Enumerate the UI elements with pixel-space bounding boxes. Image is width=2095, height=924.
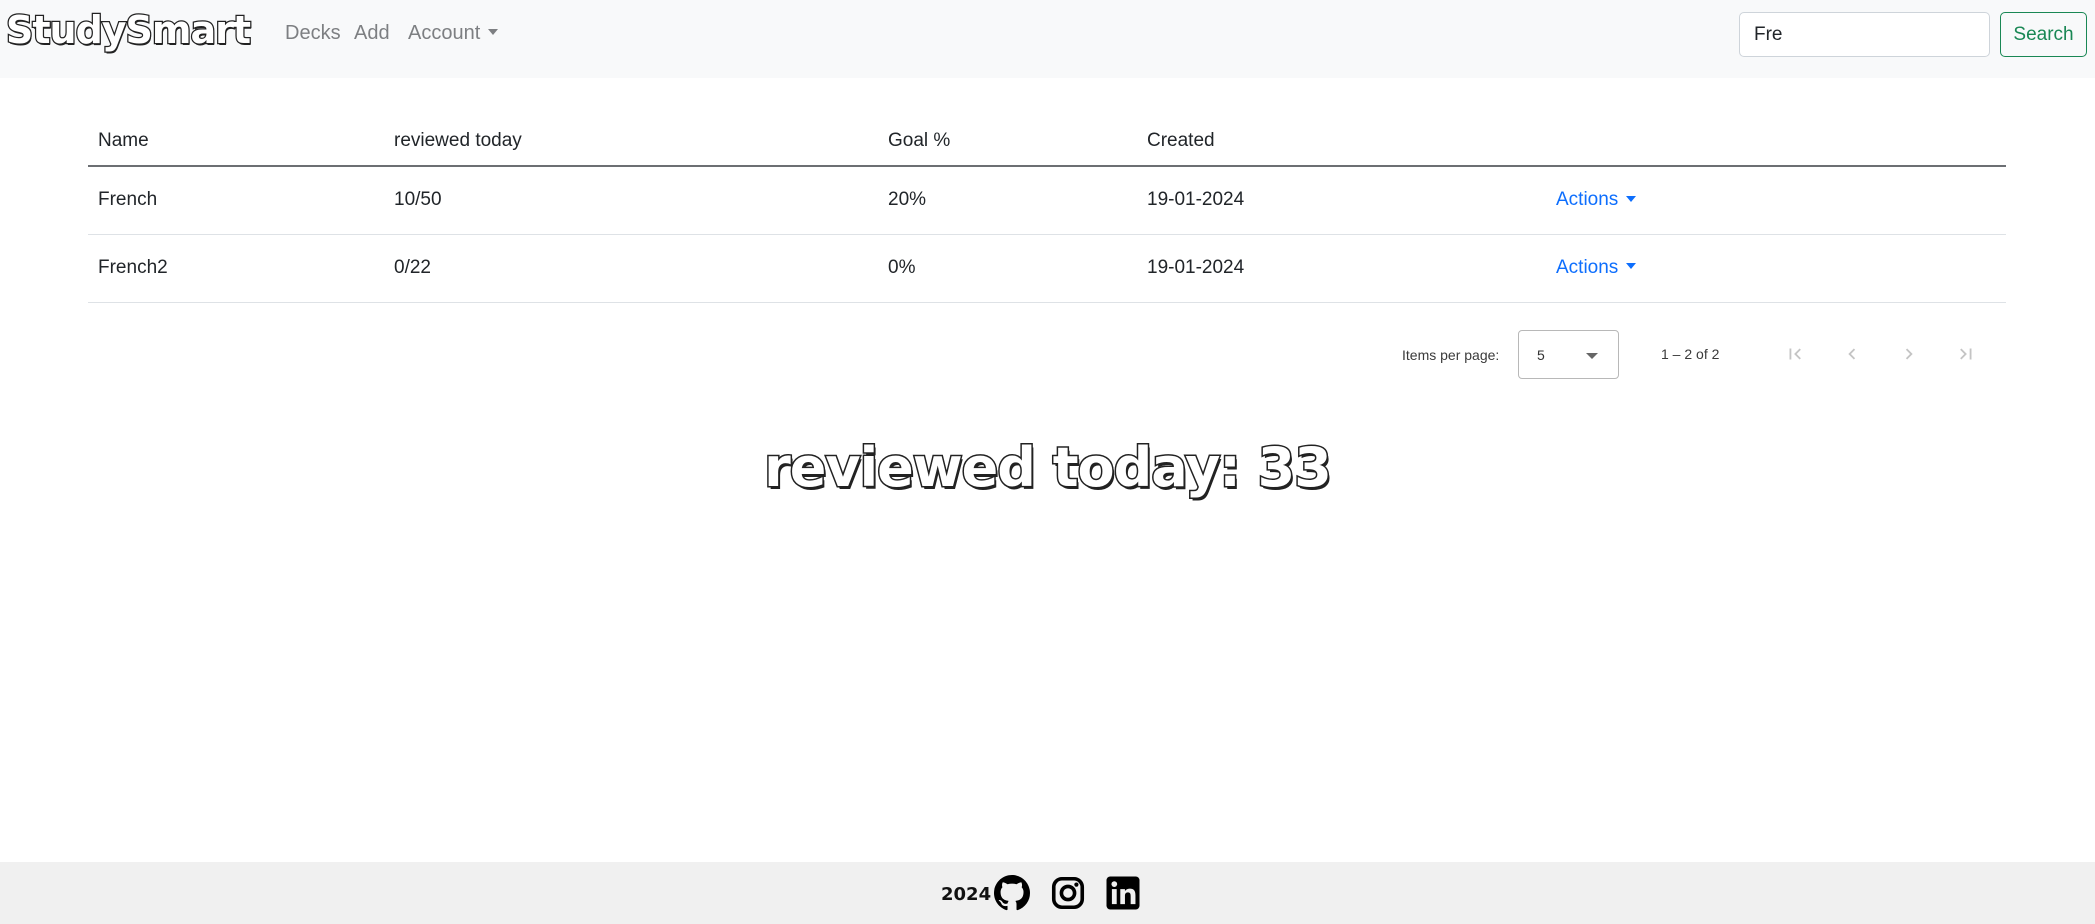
caret-down-icon: [1626, 263, 1637, 270]
first-page-button[interactable]: [1777, 336, 1813, 372]
caret-down-icon: [1626, 195, 1637, 202]
nav-link-add[interactable]: Add: [354, 22, 390, 45]
cell-actions: Actions: [1546, 166, 2006, 235]
cell-actions: Actions: [1546, 234, 2006, 303]
header-reviewed-today: reviewed today: [384, 116, 878, 167]
next-page-button[interactable]: [1891, 336, 1927, 372]
cell-goal: 20%: [878, 166, 1137, 235]
actions-label: Actions: [1556, 257, 1619, 278]
dropdown-arrow-icon: [1586, 353, 1598, 359]
cell-created: 19-01-2024: [1137, 166, 1546, 235]
table-row: French2 0/22 0% 19-01-2024 Actions: [88, 234, 2006, 303]
search-input[interactable]: [1739, 12, 1990, 57]
reviewed-today-total: reviewed today: 33: [763, 435, 1334, 501]
nav-link-decks[interactable]: Decks: [285, 22, 341, 45]
actions-dropdown[interactable]: Actions: [1556, 189, 1637, 211]
table-row: French 10/50 20% 19-01-2024 Actions: [88, 166, 2006, 235]
footer-year: 2024: [941, 884, 992, 905]
instagram-icon[interactable]: [1050, 875, 1086, 911]
nav-account-label: Account: [408, 22, 481, 44]
header-goal: Goal %: [878, 116, 1137, 167]
page-range-label: 1 – 2 of 2: [1661, 346, 1720, 362]
cell-name: French2: [88, 234, 384, 303]
items-per-page-label: Items per page:: [1402, 347, 1500, 363]
last-page-button[interactable]: [1948, 336, 1984, 372]
items-per-page-select[interactable]: 5: [1518, 330, 1619, 379]
cell-goal: 0%: [878, 234, 1137, 303]
table-header-row: Name reviewed today Goal % Created: [88, 116, 2006, 167]
navbar: StudySmart Decks Add Account Search: [0, 0, 2095, 78]
actions-label: Actions: [1556, 189, 1619, 211]
actions-dropdown[interactable]: Actions: [1556, 257, 1637, 278]
nav-dropdown-account[interactable]: Account: [408, 22, 499, 45]
brand-logo[interactable]: StudySmart: [5, 7, 253, 54]
header-name: Name: [88, 116, 384, 167]
items-per-page-value: 5: [1537, 347, 1545, 363]
first-page-icon: [1789, 348, 1801, 360]
header-actions: [1546, 116, 2006, 167]
footer: 2024: [0, 862, 2095, 924]
caret-down-icon: [488, 29, 499, 36]
cell-name: French: [88, 166, 384, 235]
next-page-icon: [1905, 348, 1913, 360]
linkedin-icon[interactable]: [1105, 875, 1141, 911]
cell-reviewed: 0/22: [384, 234, 878, 303]
header-created: Created: [1137, 116, 1546, 167]
search-button[interactable]: Search: [2000, 12, 2087, 57]
github-icon[interactable]: [994, 875, 1030, 911]
cell-created: 19-01-2024: [1137, 234, 1546, 303]
previous-page-icon: [1848, 348, 1856, 360]
last-page-icon: [1960, 348, 1972, 360]
previous-page-button[interactable]: [1834, 336, 1870, 372]
cell-reviewed: 10/50: [384, 166, 878, 235]
decks-table: Name reviewed today Goal % Created Frenc…: [88, 116, 2006, 303]
